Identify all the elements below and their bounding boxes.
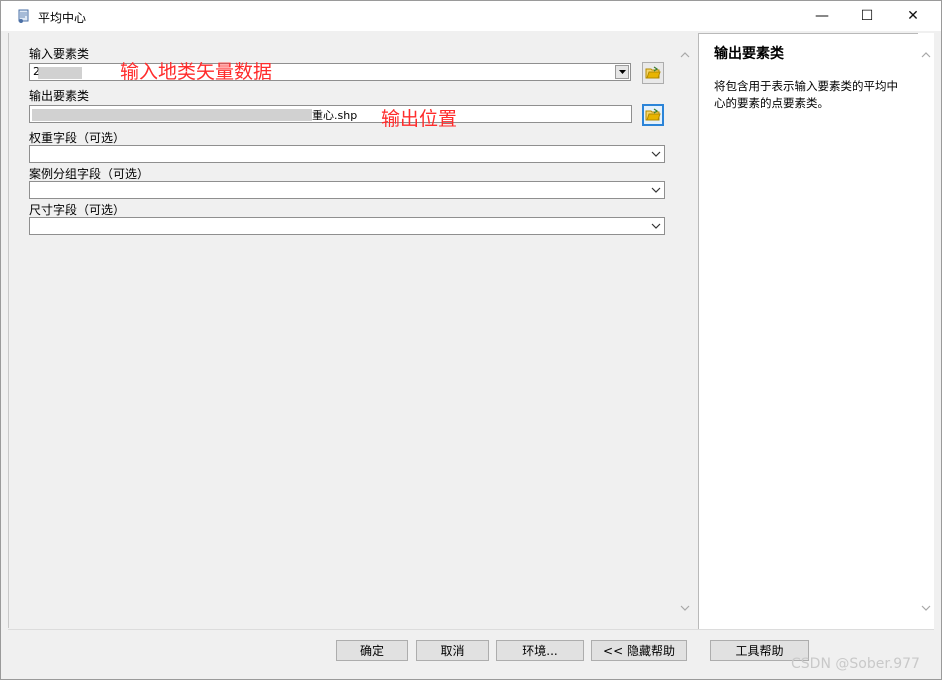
input-browse-button[interactable] <box>642 62 664 84</box>
maximize-button[interactable]: ☐ <box>844 1 890 31</box>
scroll-down-icon[interactable] <box>918 598 934 618</box>
scroll-up-icon[interactable] <box>674 45 696 65</box>
help-scrollbar[interactable] <box>918 33 934 629</box>
help-body: 将包含用于表示输入要素类的平均中心的要素的点要素类。 <box>714 79 898 110</box>
output-features-label: 输出要素类 <box>29 89 90 103</box>
title-bar: 平均中心 — ☐ ✕ <box>1 1 941 31</box>
scroll-up-icon[interactable] <box>918 45 934 65</box>
input-features-label: 输入要素类 <box>29 47 90 61</box>
tool-dialog-window: 平均中心 — ☐ ✕ 输入要素类 2 输入地类矢量数据 输出要素类 重心.shp <box>0 0 942 680</box>
chevron-down-icon <box>649 219 663 233</box>
input-annotation: 输入地类矢量数据 <box>120 61 273 83</box>
help-panel: 输出要素类 将包含用于表示输入要素类的平均中心的要素的点要素类。 <box>698 33 921 631</box>
redacted-path <box>38 67 82 79</box>
chevron-down-icon <box>649 183 663 197</box>
window-title: 平均中心 <box>38 11 87 25</box>
weight-field-select[interactable] <box>29 145 665 163</box>
scroll-tool-icon <box>18 9 29 23</box>
help-title: 输出要素类 <box>714 46 784 62</box>
environments-button[interactable]: 环境... <box>496 640 584 661</box>
dimension-field-select[interactable] <box>29 217 665 235</box>
dropdown-arrow-icon[interactable] <box>615 65 629 79</box>
redacted-path <box>32 109 312 121</box>
cancel-button[interactable]: 取消 <box>416 640 489 661</box>
weight-field-label: 权重字段（可选） <box>29 131 126 145</box>
output-browse-button[interactable] <box>642 104 664 126</box>
output-features-input[interactable]: 重心.shp <box>29 105 632 123</box>
minimize-icon: — <box>815 8 829 24</box>
hide-help-button[interactable]: << 隐藏帮助 <box>591 640 687 661</box>
open-folder-icon <box>645 66 661 79</box>
minimize-button[interactable]: — <box>799 1 845 31</box>
close-button[interactable]: ✕ <box>890 1 936 31</box>
ok-button[interactable]: 确定 <box>336 640 408 661</box>
scroll-down-icon[interactable] <box>674 598 696 618</box>
parameters-scrollbar[interactable] <box>674 33 696 628</box>
maximize-icon: ☐ <box>860 8 874 24</box>
chevron-down-icon <box>649 147 663 161</box>
close-icon: ✕ <box>907 8 919 24</box>
watermark: CSDN @Sober.977 <box>791 656 920 672</box>
open-folder-icon <box>645 108 661 121</box>
case-field-select[interactable] <box>29 181 665 199</box>
output-features-value: 重心.shp <box>312 109 358 122</box>
dimension-field-label: 尺寸字段（可选） <box>29 203 126 217</box>
output-annotation: 输出位置 <box>381 108 458 130</box>
case-field-label: 案例分组字段（可选） <box>29 167 150 181</box>
